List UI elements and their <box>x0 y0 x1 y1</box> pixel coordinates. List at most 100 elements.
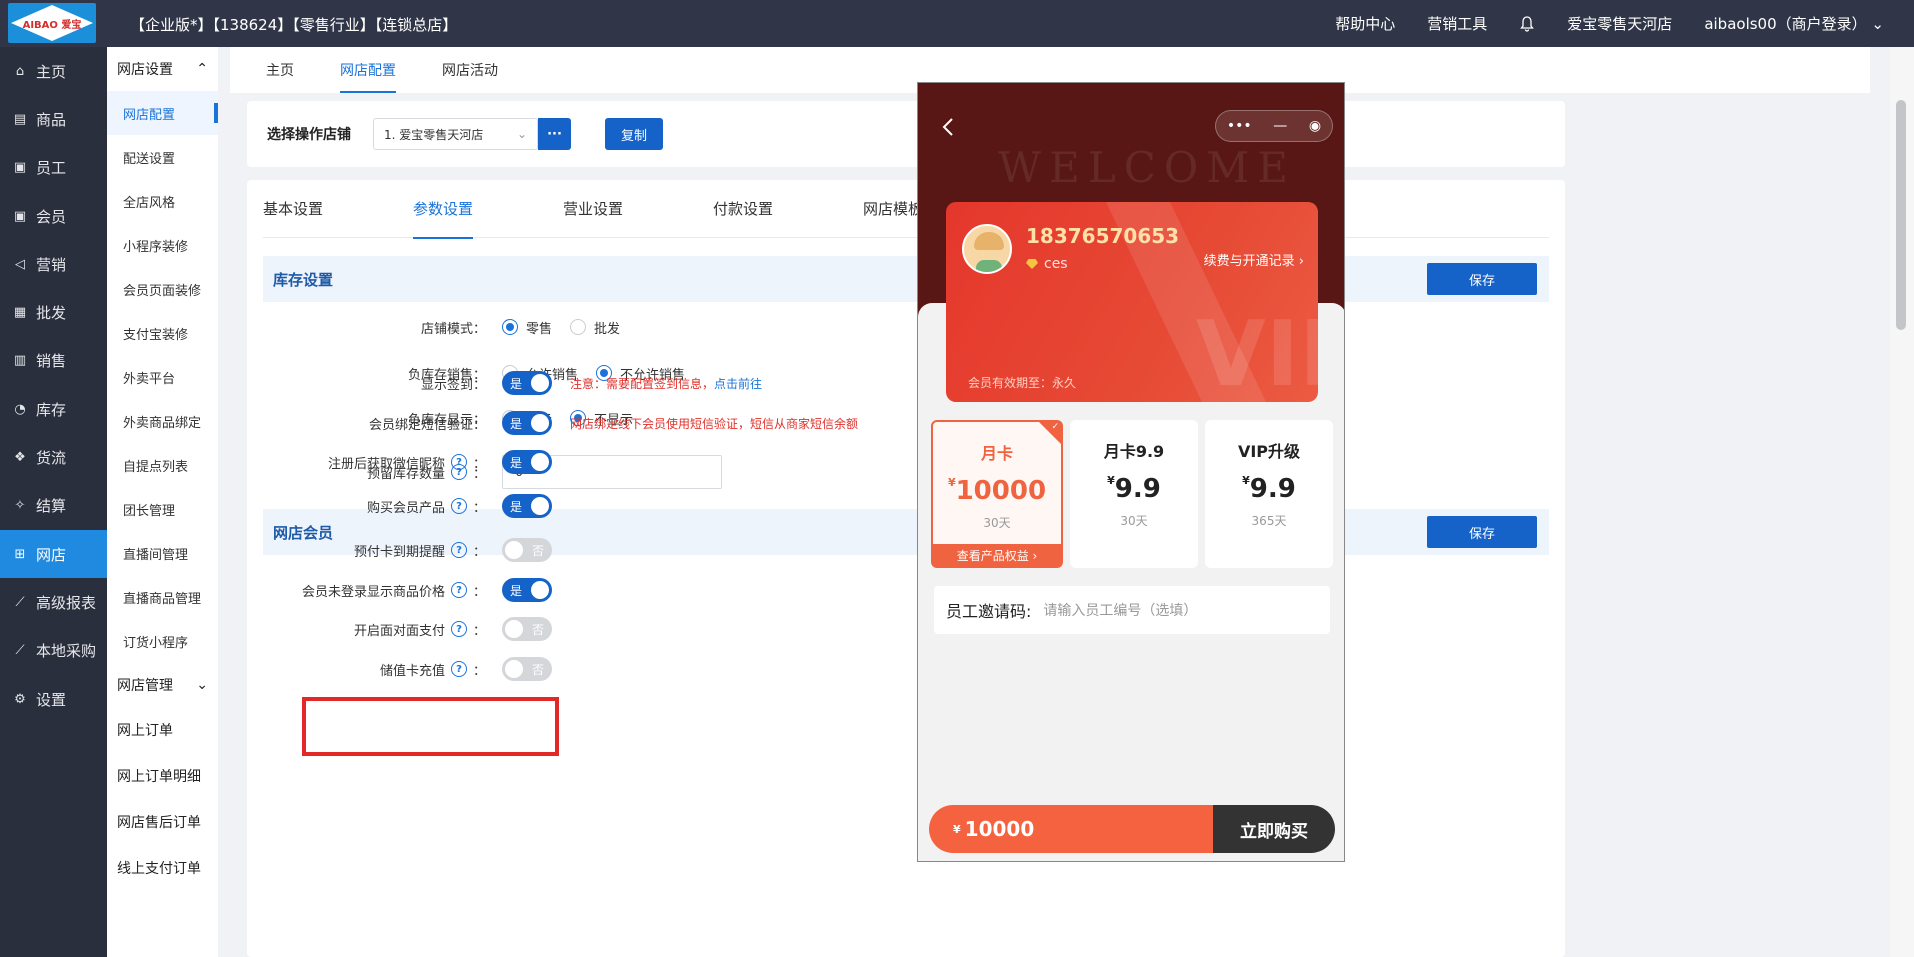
toggle-switch[interactable]: 否 <box>502 617 552 641</box>
tab-payment-settings[interactable]: 付款设置 <box>713 180 863 238</box>
radio-label: 批发 <box>594 321 621 337</box>
subnav-item-0[interactable]: 网店配置 <box>107 91 218 135</box>
subnav-item-11[interactable]: 直播商品管理 <box>107 575 218 619</box>
subnav-item-2[interactable]: 全店风格 <box>107 179 218 223</box>
current-store-name[interactable]: 爱宝零售天河店 <box>1567 13 1672 34</box>
sidebar-item-label: 网店 <box>36 545 67 564</box>
subnav-item-4[interactable]: 会员页面装修 <box>107 267 218 311</box>
more-icon[interactable]: ••• <box>1227 118 1252 134</box>
aibao-logo[interactable]: AIBAO 爱宝 <box>8 3 96 43</box>
tab-param-settings[interactable]: 参数设置 <box>413 180 563 239</box>
plan-list: ✓ 月卡 ¥10000 30天 查看产品权益 › 月卡9.9 ¥9.9 30天 … <box>931 420 1333 568</box>
subnav-link-0[interactable]: 网上订单 <box>107 707 218 753</box>
plan-card[interactable]: ✓ 月卡 ¥10000 30天 查看产品权益 › <box>931 420 1063 568</box>
subnav-link-1[interactable]: 网上订单明细 <box>107 753 218 799</box>
primary-sidebar: ⌂ 主页 ▤ 商品 ▣ 员工 ▣ 会员 ◁ 营销 ▦ 批发 ▥ 销售 ◔ 库存 ❖ 货流 ✧ 结算 ⊞ 网店 ⟋ 高级报表 ⟋ 本… <box>0 47 107 957</box>
megaphone-icon: ◁ <box>15 256 25 272</box>
view-rights-link[interactable]: 查看产品权益 › <box>933 544 1061 566</box>
subnav-item-1[interactable]: 配送设置 <box>107 135 218 179</box>
note-text: 注意：需要配置签到信息， <box>570 376 715 391</box>
help-icon[interactable]: ? <box>450 498 467 514</box>
avatar <box>962 224 1012 274</box>
radio-wholesale[interactable]: 批发 <box>570 318 620 337</box>
toggle-switch[interactable]: 是 <box>502 371 552 395</box>
plan-price: ¥10000 <box>933 476 1061 506</box>
tab-basic-settings[interactable]: 基本设置 <box>263 180 413 238</box>
store-select[interactable]: 1. 爱宝零售天河店 ⌄ <box>373 118 538 150</box>
subnav-item-9[interactable]: 团长管理 <box>107 487 218 531</box>
subnav-link-3[interactable]: 线上支付订单 <box>107 845 218 891</box>
member-name-row: ces <box>1026 256 1068 272</box>
store-select-value: 1. 爱宝零售天河店 <box>384 127 484 142</box>
stock-save-button[interactable]: 保存 <box>1427 263 1537 295</box>
subnav-item-7[interactable]: 外卖商品绑定 <box>107 399 218 443</box>
subnav-item-12[interactable]: 订货小程序 <box>107 619 218 663</box>
toggle-switch[interactable]: 否 <box>502 657 552 681</box>
sidebar-item-3[interactable]: ▣ 会员 <box>0 192 107 240</box>
sidebar-item-13[interactable]: ⚙ 设置 <box>0 675 107 723</box>
store-more-button[interactable]: ··· <box>538 118 571 150</box>
member-setting-row: 会员未登录显示商品价格? ： 是 <box>263 575 1549 605</box>
toggle-switch[interactable]: 是 <box>502 411 552 435</box>
member-name: ces <box>1044 256 1068 272</box>
copy-button[interactable]: 复制 <box>605 118 664 150</box>
subnav-item-10[interactable]: 直播间管理 <box>107 531 218 575</box>
settle-icon: ✧ <box>14 498 26 514</box>
subnav-item-8[interactable]: 自提点列表 <box>107 443 218 487</box>
help-icon[interactable]: ? <box>450 661 467 677</box>
sidebar-item-2[interactable]: ▣ 员工 <box>0 144 107 192</box>
tab-shop-config[interactable]: 网店配置 <box>340 47 396 93</box>
purchase-bar: ¥10000 立即购买 <box>929 805 1335 853</box>
sidebar-item-8[interactable]: ❖ 货流 <box>0 433 107 481</box>
go-link[interactable]: 点击前往 <box>714 377 762 391</box>
tab-shop-activity[interactable]: 网店活动 <box>442 47 498 93</box>
tab-business-settings[interactable]: 营业设置 <box>563 180 713 238</box>
marketing-tools-link[interactable]: 营销工具 <box>1427 13 1487 34</box>
help-icon[interactable]: ? <box>450 582 467 598</box>
plan-duration: 30天 <box>983 516 1011 530</box>
plan-price-value: 9.9 <box>1114 474 1161 504</box>
minimize-icon[interactable]: — <box>1273 118 1287 134</box>
row-label: 储值卡充值 <box>379 663 445 679</box>
sidebar-item-9[interactable]: ✧ 结算 <box>0 482 107 530</box>
toggle-switch[interactable]: 是 <box>502 450 552 474</box>
help-icon[interactable]: ? <box>450 454 467 470</box>
plan-card[interactable]: VIP升级 ¥9.9 365天 <box>1205 420 1333 568</box>
toggle-switch[interactable]: 是 <box>502 494 552 518</box>
sidebar-item-1[interactable]: ▤ 商品 <box>0 95 107 143</box>
invite-code-input[interactable]: 请输入员工编号（选填） <box>1043 600 1197 620</box>
wholesale-icon: ▦ <box>13 305 27 321</box>
user-menu[interactable]: aibaols00（商户登录） ⌄ <box>1704 13 1884 34</box>
sidebar-item-6[interactable]: ▥ 销售 <box>0 337 107 385</box>
subnav-group-shop-settings[interactable]: 网店设置 ⌃ <box>107 47 218 91</box>
radio-retail[interactable]: 零售 <box>502 318 552 337</box>
member-setting-row: 储值卡充值? ： 否 <box>263 654 1549 684</box>
sidebar-item-0[interactable]: ⌂ 主页 <box>0 47 107 95</box>
sidebar-item-4[interactable]: ◁ 营销 <box>0 240 107 288</box>
subnav-group-shop-management[interactable]: 网店管理 ⌄ <box>107 663 218 707</box>
buy-now-button[interactable]: 立即购买 <box>1213 805 1335 853</box>
subnav-item-5[interactable]: 支付宝装修 <box>107 311 218 355</box>
help-icon[interactable]: ? <box>450 621 467 637</box>
subnav-item-3[interactable]: 小程序装修 <box>107 223 218 267</box>
close-icon[interactable]: ◉ <box>1309 118 1321 134</box>
tab-home[interactable]: 主页 <box>266 47 294 93</box>
sidebar-item-5[interactable]: ▦ 批发 <box>0 288 107 336</box>
sidebar-item-10[interactable]: ⊞ 网店 <box>0 529 107 579</box>
help-icon[interactable]: ? <box>450 542 467 558</box>
sidebar-item-12[interactable]: ⟋ 本地采购 <box>0 627 107 675</box>
page-scrollbar[interactable] <box>1896 100 1906 330</box>
help-center-link[interactable]: 帮助中心 <box>1335 13 1395 34</box>
bell-icon[interactable] <box>1519 15 1535 32</box>
sidebar-item-7[interactable]: ◔ 库存 <box>0 385 107 433</box>
toggle-switch[interactable]: 否 <box>502 538 552 562</box>
sidebar-item-label: 货流 <box>36 449 67 468</box>
toggle-switch[interactable]: 是 <box>502 578 552 602</box>
gear-icon: ⚙ <box>14 691 26 707</box>
renew-records-link[interactable]: 续费与开通记录 › <box>1204 250 1304 269</box>
sidebar-item-11[interactable]: ⟋ 高级报表 <box>0 578 107 626</box>
plan-card[interactable]: 月卡9.9 ¥9.9 30天 <box>1070 420 1198 568</box>
subnav-link-2[interactable]: 网店售后订单 <box>107 799 218 845</box>
back-arrow-icon[interactable] <box>942 117 954 142</box>
subnav-item-6[interactable]: 外卖平台 <box>107 355 218 399</box>
